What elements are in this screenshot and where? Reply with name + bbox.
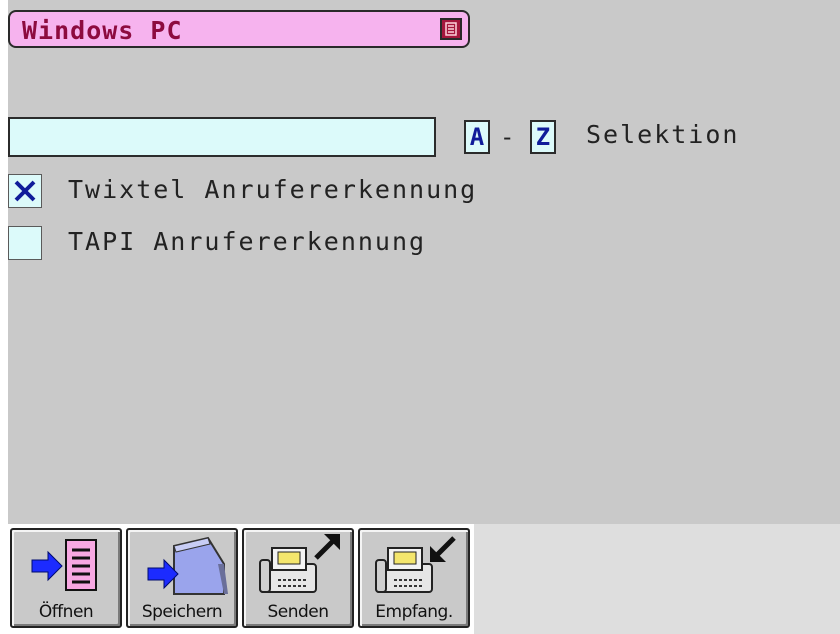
selection-input[interactable]	[8, 117, 436, 157]
receive-fax-icon	[375, 536, 456, 593]
tapi-checkbox[interactable]	[8, 226, 42, 260]
range-start-button[interactable]: A	[464, 120, 490, 154]
window-menu-icon[interactable]	[440, 18, 462, 40]
twixtel-checkbox[interactable]	[8, 174, 42, 208]
window-title: Windows PC	[22, 16, 183, 45]
receive-button-label: Empfang.	[375, 602, 453, 622]
twixtel-checkbox-label: Twixtel Anrufererkennung	[68, 175, 478, 204]
tapi-checkbox-label: TAPI Anrufererkennung	[68, 227, 427, 256]
range-end-button[interactable]: Z	[530, 120, 556, 154]
receive-button[interactable]: Empfang.	[358, 528, 470, 628]
open-document-icon	[31, 539, 97, 591]
save-button-label: Speichern	[141, 602, 223, 622]
toolbar-empty-area	[474, 524, 840, 634]
send-fax-icon	[259, 534, 340, 593]
checkmark-x-icon	[14, 180, 36, 202]
send-button[interactable]: Senden	[242, 528, 354, 628]
save-button[interactable]: Speichern	[126, 528, 238, 628]
open-button[interactable]: Öffnen	[10, 528, 122, 628]
save-folder-icon	[147, 536, 228, 595]
range-separator: -	[500, 123, 515, 151]
send-button-label: Senden	[267, 602, 329, 622]
selection-label: Selektion	[586, 120, 740, 149]
main-panel	[8, 0, 840, 524]
open-button-label: Öffnen	[38, 602, 94, 622]
window-title-bar: Windows PC	[8, 10, 470, 48]
